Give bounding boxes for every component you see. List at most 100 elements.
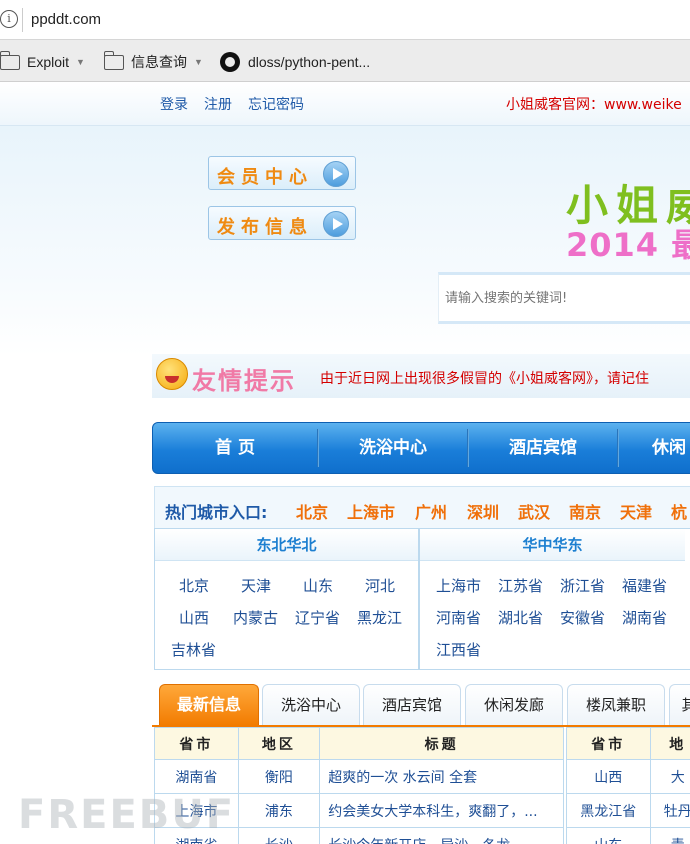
top-bar: 登录 注册 忘记密码 小姐威客官网：www.weike bbox=[0, 82, 690, 126]
nav-leisure[interactable]: 休闲 bbox=[619, 423, 690, 473]
github-icon bbox=[220, 52, 240, 72]
tab-salon[interactable]: 休闲发廊 bbox=[465, 684, 563, 726]
region-city-link[interactable]: 山西 bbox=[179, 607, 209, 628]
bookmark-label: Exploit bbox=[27, 54, 70, 70]
nav-bath-center[interactable]: 洗浴中心 bbox=[319, 423, 467, 473]
friendly-notice: 友情提示 由于近日网上出现很多假冒的《小姐威客网》，请记住 bbox=[152, 354, 690, 398]
official-site-promo: 小姐威客官网：www.weike bbox=[506, 94, 682, 114]
publish-info-button[interactable]: 发布信息 bbox=[208, 206, 356, 240]
member-center-button[interactable]: 会员中心 bbox=[208, 156, 356, 190]
hot-city-link[interactable]: 广州 bbox=[415, 499, 447, 523]
hot-city-link[interactable]: 武汉 bbox=[518, 499, 550, 523]
nav-home[interactable]: 首 页 bbox=[153, 423, 317, 473]
table-row[interactable]: 山西 大 bbox=[566, 759, 690, 794]
tab-part-time[interactable]: 楼凤兼职 bbox=[567, 684, 665, 726]
play-arrow-icon bbox=[323, 211, 349, 237]
column-header: 标题 bbox=[319, 727, 564, 760]
table-row[interactable]: 黑龙江省 牡丹 bbox=[566, 793, 690, 828]
title-cell[interactable]: 超爽的一次 水云间 全套 bbox=[319, 759, 564, 794]
notice-title: 友情提示 bbox=[192, 367, 296, 395]
district-cell[interactable]: 衡阳 bbox=[237, 759, 321, 794]
bookmark-folder-exploit[interactable]: Exploit ▼ bbox=[0, 50, 85, 72]
search-box bbox=[438, 272, 690, 324]
main-nav: 首 页 洗浴中心 酒店宾馆 休闲 bbox=[152, 422, 690, 474]
district-cell[interactable]: 长沙 bbox=[237, 827, 321, 844]
hot-city-link[interactable]: 南京 bbox=[569, 499, 601, 523]
hot-city-link[interactable]: 深圳 bbox=[467, 499, 499, 523]
chevron-down-icon: ▼ bbox=[194, 57, 203, 67]
button-label: 会员中心 bbox=[217, 167, 313, 188]
region-city-link[interactable]: 安徽省 bbox=[560, 607, 605, 628]
column-header: 省市 bbox=[566, 727, 651, 760]
folder-icon bbox=[0, 50, 20, 70]
table-header-row: 省市 地区 标题 bbox=[154, 727, 564, 760]
hot-city-link[interactable]: 杭 bbox=[671, 499, 687, 523]
hot-city-link[interactable]: 北京 bbox=[296, 499, 328, 523]
region-city-link[interactable]: 北京 bbox=[179, 575, 209, 596]
url-text[interactable]: ppddt.com bbox=[31, 11, 101, 28]
table-header-row: 省市 地 bbox=[566, 727, 690, 760]
folder-icon bbox=[103, 50, 124, 70]
column-header: 地 bbox=[649, 727, 690, 760]
region-city-link[interactable]: 江西省 bbox=[436, 639, 481, 660]
district-cell[interactable]: 浦东 bbox=[237, 793, 321, 828]
region-northeast-north: 东北华北 北京 天津 山东 河北 山西 内蒙古 辽宁省 黑龙江 吉林省 bbox=[154, 528, 419, 670]
region-city-link[interactable]: 天津 bbox=[241, 575, 271, 596]
title-cell[interactable]: 长沙今年新开店，异沙，冬龙 bbox=[319, 827, 564, 844]
region-city-link[interactable]: 江苏省 bbox=[498, 575, 543, 596]
divider bbox=[22, 8, 23, 32]
district-cell[interactable]: 青 bbox=[649, 827, 690, 844]
tab-other[interactable]: 其 bbox=[669, 684, 690, 726]
hot-city-link[interactable]: 上海市 bbox=[347, 499, 395, 523]
table-row[interactable]: 湖南省 衡阳 超爽的一次 水云间 全套 bbox=[154, 759, 564, 794]
bookmarks-bar: Exploit ▼ 信息查询 ▼ dloss/python-pent... bbox=[0, 40, 690, 82]
district-cell[interactable]: 大 bbox=[649, 759, 690, 794]
search-input[interactable] bbox=[445, 287, 685, 309]
hot-cities-bar: 热门城市入口: 北京 上海市 广州 深圳 武汉 南京 天津 杭 bbox=[154, 486, 690, 530]
tab-bath-center[interactable]: 洗浴中心 bbox=[262, 684, 360, 726]
region-city-link[interactable]: 内蒙古 bbox=[233, 607, 278, 628]
login-link[interactable]: 登录 bbox=[160, 94, 188, 114]
latest-info-table-right: 省市 地 山西 大 黑龙江省 牡丹 山东 青 bbox=[566, 727, 690, 844]
play-arrow-icon bbox=[323, 161, 349, 187]
forgot-password-link[interactable]: 忘记密码 bbox=[248, 94, 304, 114]
bookmark-github[interactable]: dloss/python-pent... bbox=[220, 52, 370, 72]
hot-city-link[interactable]: 天津 bbox=[620, 499, 652, 523]
province-cell[interactable]: 黑龙江省 bbox=[566, 793, 651, 828]
region-city-link[interactable]: 浙江省 bbox=[560, 575, 605, 596]
region-title: 东北华北 bbox=[155, 529, 418, 561]
region-city-link[interactable]: 上海市 bbox=[436, 575, 481, 596]
register-link[interactable]: 注册 bbox=[204, 94, 232, 114]
region-title: 华中华东 bbox=[420, 529, 685, 561]
hot-cities-label: 热门城市入口: bbox=[165, 503, 268, 522]
region-city-link[interactable]: 吉林省 bbox=[171, 639, 216, 660]
address-bar[interactable]: i ppddt.com bbox=[0, 0, 690, 40]
tab-hotel[interactable]: 酒店宾馆 bbox=[363, 684, 461, 726]
title-cell[interactable]: 约会美女大学本科生，爽翻了，... bbox=[319, 793, 564, 828]
region-city-link[interactable]: 福建省 bbox=[622, 575, 667, 596]
notice-message: 由于近日网上出现很多假冒的《小姐威客网》，请记住 bbox=[320, 371, 649, 387]
site-logo-subtitle: 2014 最 bbox=[566, 226, 690, 264]
district-cell[interactable]: 牡丹 bbox=[649, 793, 690, 828]
province-cell[interactable]: 湖南省 bbox=[154, 759, 239, 794]
province-cell[interactable]: 山东 bbox=[566, 827, 651, 844]
region-city-link[interactable]: 河南省 bbox=[436, 607, 481, 628]
region-city-link[interactable]: 湖南省 bbox=[622, 607, 667, 628]
column-header: 地区 bbox=[237, 727, 321, 760]
region-central-east: 华中华东 上海市 江苏省 浙江省 福建省 河南省 湖北省 安徽省 湖南省 江西省 bbox=[419, 528, 690, 670]
button-label: 发布信息 bbox=[217, 217, 313, 238]
region-city-link[interactable]: 辽宁省 bbox=[295, 607, 340, 628]
tab-latest-info[interactable]: 最新信息 bbox=[159, 684, 259, 726]
region-city-link[interactable]: 湖北省 bbox=[498, 607, 543, 628]
region-city-link[interactable]: 山东 bbox=[303, 575, 333, 596]
table-row[interactable]: 山东 青 bbox=[566, 827, 690, 844]
promo-url-link[interactable]: www.weike bbox=[604, 97, 682, 113]
province-cell[interactable]: 山西 bbox=[566, 759, 651, 794]
region-city-link[interactable]: 河北 bbox=[365, 575, 395, 596]
info-icon[interactable]: i bbox=[0, 10, 18, 28]
bookmark-folder-info-query[interactable]: 信息查询 ▼ bbox=[103, 50, 203, 72]
web-page: 登录 注册 忘记密码 小姐威客官网：www.weike 会员中心 发布信息 小姐… bbox=[0, 82, 690, 844]
nav-hotel[interactable]: 酒店宾馆 bbox=[469, 423, 617, 473]
smiley-face-icon bbox=[156, 358, 188, 390]
region-city-link[interactable]: 黑龙江 bbox=[357, 607, 402, 628]
